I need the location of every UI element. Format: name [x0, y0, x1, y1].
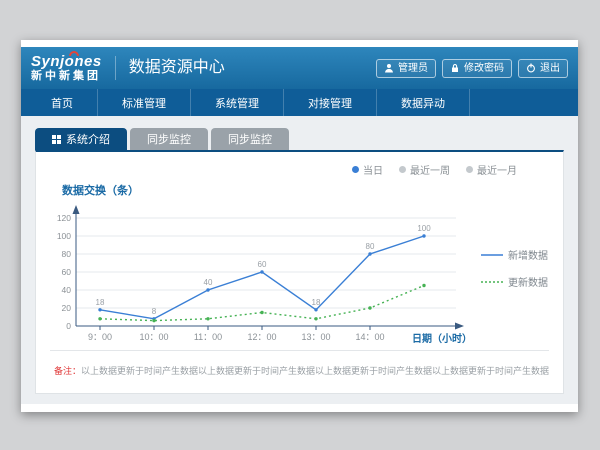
- data-point-label: 100: [417, 224, 431, 233]
- user-icon: [384, 63, 394, 73]
- nav-item-home[interactable]: 首页: [27, 89, 98, 116]
- data-point: [206, 317, 209, 320]
- logout-label: 退出: [540, 62, 560, 75]
- nav-item-data-change[interactable]: 数据异动: [377, 89, 470, 116]
- y-tick-label: 60: [62, 267, 72, 277]
- logo-text: Synjones: [31, 54, 102, 70]
- lock-icon: [450, 63, 460, 73]
- y-tick-label: 100: [57, 231, 71, 241]
- x-tick-label: 9：00: [88, 332, 112, 342]
- range-filter: 当日 最近一周 最近一月: [352, 162, 517, 177]
- series-legend: 新增数据 更新数据: [481, 247, 548, 289]
- y-tick-label: 20: [62, 303, 72, 313]
- filter-today-dot-icon: [352, 166, 359, 173]
- admin-user-label: 管理员: [398, 62, 428, 75]
- logo: Synjones 新中新集团: [31, 54, 102, 82]
- footnote-text: 以上数据更新于时间产生数据以上数据更新于时间产生数据以上数据更新于时间产生数据以…: [81, 366, 549, 376]
- dotted-line-icon: [481, 278, 503, 286]
- logo-swoosh-icon: [69, 51, 79, 56]
- logout-button[interactable]: 退出: [518, 59, 568, 78]
- y-axis-title: 数据交换（条）: [62, 182, 557, 198]
- filter-last-month-dot-icon: [466, 166, 473, 173]
- filter-last-week[interactable]: 最近一周: [399, 162, 450, 177]
- main-nav: 首页 标准管理 系统管理 对接管理 数据异动: [21, 89, 578, 116]
- tab-sync-monitor-1-label: 同步监控: [147, 131, 191, 147]
- filter-last-week-label: 最近一周: [410, 162, 450, 177]
- legend-new-data-label: 新增数据: [508, 247, 548, 262]
- y-tick-label: 80: [62, 249, 72, 259]
- series-line-更新数据: [100, 286, 424, 321]
- x-tick-label: 11：00: [194, 332, 222, 342]
- filter-last-month[interactable]: 最近一月: [466, 162, 517, 177]
- chart-row: 0 20 40 60 80 100 120 9：00 10：00 11：00 12：00 13：00 1…: [42, 200, 557, 350]
- data-point-label: 18: [96, 298, 105, 307]
- nav-item-standard-mgmt[interactable]: 标准管理: [98, 89, 191, 116]
- data-point: [152, 319, 155, 322]
- content-area: 系统介绍 同步监控 同步监控 当日 最近一周: [21, 116, 578, 404]
- nav-item-system-mgmt[interactable]: 系统管理: [191, 89, 284, 116]
- footnote-label: 备注：: [54, 366, 81, 376]
- data-point: [314, 317, 317, 320]
- y-tick-label: 0: [66, 321, 71, 331]
- data-point: [98, 317, 101, 320]
- tab-sync-monitor-1[interactable]: 同步监控: [130, 128, 208, 150]
- y-tick-label: 40: [62, 285, 72, 295]
- data-point: [98, 308, 101, 311]
- change-password-button[interactable]: 修改密码: [442, 59, 512, 78]
- data-point: [368, 252, 371, 255]
- data-point: [260, 311, 263, 314]
- solid-line-icon: [481, 251, 503, 259]
- legend-update-data[interactable]: 更新数据: [481, 274, 548, 289]
- data-point-label: 80: [366, 242, 375, 251]
- tab-system-intro-label: 系统介绍: [66, 131, 110, 147]
- y-axis-arrow-icon: [73, 205, 80, 214]
- page-title: 数据资源中心: [115, 56, 225, 80]
- tab-sync-monitor-2-label: 同步监控: [228, 131, 272, 147]
- data-point: [368, 306, 371, 309]
- grid-icon: [52, 135, 61, 144]
- legend-update-data-label: 更新数据: [508, 274, 548, 289]
- series-line-新增数据: [100, 236, 424, 319]
- data-point: [314, 308, 317, 311]
- logo-wordmark: Synjones: [31, 53, 102, 70]
- admin-user-button[interactable]: 管理员: [376, 59, 436, 78]
- y-tick-label: 120: [57, 213, 71, 223]
- chart-panel: 当日 最近一周 最近一月 数据交换（条） 0 20 40 60 80 100 120 9：00…: [35, 150, 564, 394]
- filter-last-month-label: 最近一月: [477, 162, 517, 177]
- x-tick-label: 14：00: [355, 332, 384, 342]
- data-point: [260, 270, 263, 273]
- logo-subtext: 新中新集团: [31, 71, 102, 83]
- change-password-label: 修改密码: [464, 62, 504, 75]
- power-icon: [526, 63, 536, 73]
- x-tick-label: 12：00: [247, 332, 276, 342]
- header-actions: 管理员 修改密码 退出: [376, 59, 568, 78]
- data-point: [206, 288, 209, 291]
- data-point-label: 18: [312, 298, 321, 307]
- footnote: 备注：以上数据更新于时间产生数据以上数据更新于时间产生数据以上数据更新于时间产生…: [50, 350, 549, 390]
- data-point: [422, 284, 425, 287]
- x-tick-label: 13：00: [301, 332, 330, 342]
- app-window: Synjones 新中新集团 数据资源中心 管理员 修改密码: [21, 40, 578, 412]
- x-tick-label: 10：00: [139, 332, 168, 342]
- data-point: [422, 234, 425, 237]
- data-point-label: 60: [258, 260, 267, 269]
- tab-sync-monitor-2[interactable]: 同步监控: [211, 128, 289, 150]
- tab-bar: 系统介绍 同步监控 同步监控: [35, 128, 564, 150]
- app-header: Synjones 新中新集团 数据资源中心 管理员 修改密码: [21, 47, 578, 89]
- nav-item-interface-mgmt[interactable]: 对接管理: [284, 89, 377, 116]
- data-point-label: 40: [204, 278, 213, 287]
- filter-today-label: 当日: [363, 162, 383, 177]
- x-axis-title: 日期（小时）: [412, 332, 472, 345]
- data-point-label: 8: [152, 307, 157, 316]
- filter-today[interactable]: 当日: [352, 162, 383, 177]
- legend-new-data[interactable]: 新增数据: [481, 247, 548, 262]
- tab-system-intro[interactable]: 系统介绍: [35, 128, 127, 150]
- filter-last-week-dot-icon: [399, 166, 406, 173]
- x-axis-arrow-icon: [455, 323, 464, 330]
- line-chart: 0 20 40 60 80 100 120 9：00 10：00 11：00 12：00 13：00 1…: [42, 200, 477, 350]
